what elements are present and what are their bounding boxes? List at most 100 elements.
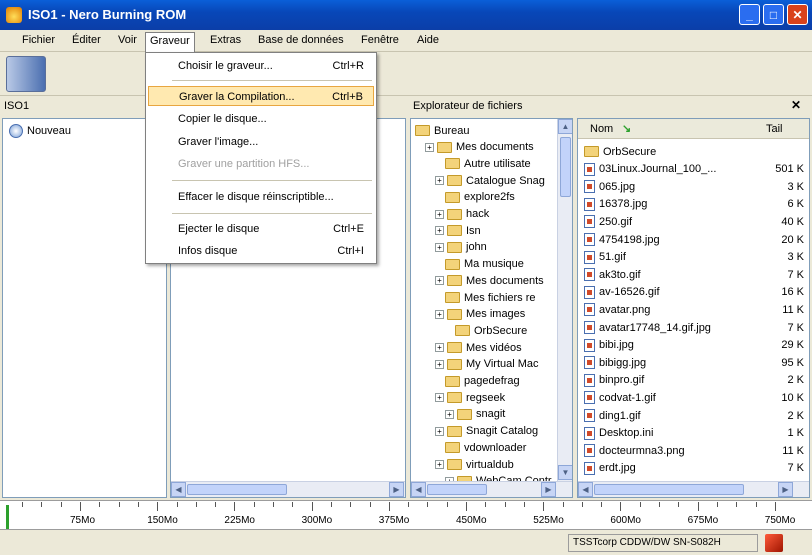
expand-icon[interactable]: + [435,426,444,436]
file-row[interactable]: 065.jpg 3 K [584,178,804,195]
file-row[interactable]: av-16526.gif 16 K [584,284,804,301]
tree-item[interactable]: + Mes vidéos [435,339,522,356]
tree-scroll-thumb[interactable] [560,137,571,197]
scroll-right-icon[interactable]: ▶ [541,482,556,497]
menu-ejecter-disque[interactable]: Ejecter le disque Ctrl+E [148,219,374,239]
expand-icon[interactable]: + [445,409,454,419]
menu-copier-disque[interactable]: Copier le disque... [148,109,374,129]
column-size-header[interactable]: Tail [766,123,783,135]
folder-icon [447,208,462,220]
tree-item[interactable]: + Snagit Catalog [435,423,538,440]
file-row[interactable]: ak3to.gif 7 K [584,266,804,283]
file-row[interactable]: docteurmna3.png 11 K [584,442,804,459]
tree-item-label: hack [466,208,490,220]
tree-item[interactable]: + hack [435,206,489,223]
menu-aide[interactable]: Aide [413,34,443,46]
scroll-left-icon[interactable]: ◀ [171,482,186,497]
folder-icon [445,292,460,303]
expand-icon[interactable]: + [435,276,444,286]
tree-item[interactable]: vdownloader [445,439,526,456]
tree-item[interactable]: Mes fichiers re [445,289,536,306]
menu-graver-compilation[interactable]: Graver la Compilation... Ctrl+B [148,86,374,106]
new-item[interactable]: Nouveau [9,122,71,139]
menu-infos-disque[interactable]: Infos disque Ctrl+I [148,241,374,261]
menu-extras[interactable]: Extras [206,34,245,46]
file-hscroll[interactable]: ◀ ▶ [578,481,809,497]
expand-icon[interactable]: + [435,209,444,219]
compilation-hscroll[interactable]: ◀ ▶ [171,481,405,497]
tree-item[interactable]: + regseek [435,389,505,406]
menu-fichier[interactable]: Fichier [18,34,59,46]
file-row[interactable]: avatar.png 11 K [584,301,804,318]
file-row[interactable]: 51.gif 3 K [584,249,804,266]
tree-hscroll[interactable]: ◀ ▶ [411,481,572,497]
menu-effacer-disque[interactable]: Effacer le disque réinscriptible... [148,187,374,207]
expand-icon[interactable]: + [435,226,444,236]
tree-item[interactable]: Bureau [415,122,469,139]
file-row[interactable]: erdt.jpg 7 K [584,460,804,477]
scroll-left-icon[interactable]: ◀ [411,482,426,497]
tree-item[interactable]: Ma musique [445,256,524,273]
file-row[interactable]: avatar17748_14.gif.jpg 7 K [584,319,804,336]
minimize-button[interactable]: _ [739,4,760,25]
expand-icon[interactable]: + [435,343,444,353]
file-row[interactable]: OrbSecure [584,143,804,160]
file-hscroll-thumb[interactable] [594,484,744,495]
expand-icon[interactable]: + [425,142,434,152]
scroll-left-icon[interactable]: ◀ [578,482,593,497]
burner-icon[interactable] [765,534,783,552]
scroll-right-icon[interactable]: ▶ [389,482,404,497]
file-row[interactable]: 250.gif 40 K [584,213,804,230]
tree-item[interactable]: pagedefrag [445,373,520,390]
tree-hscroll-thumb[interactable] [427,484,487,495]
file-row[interactable]: bibi.jpg 29 K [584,337,804,354]
menu-graver-image[interactable]: Graver l'image... [148,132,374,152]
scroll-down-icon[interactable]: ▼ [558,465,572,480]
tree-item[interactable]: + snagit [445,406,505,423]
file-row[interactable]: codvat-1.gif 10 K [584,389,804,406]
tree-item-label: My Virtual Mac [466,358,539,371]
ruler-minor-tick [22,502,24,507]
scroll-up-icon[interactable]: ▲ [558,119,572,134]
tree-item[interactable]: OrbSecure [455,322,527,339]
menu-fenetre[interactable]: Fenêtre [357,34,403,46]
tree-item[interactable]: + My Virtual Mac [435,356,539,373]
tree-item[interactable]: explore2fs [445,189,515,206]
new-compilation-icon[interactable] [6,56,46,92]
explorer-close-icon[interactable]: ✕ [791,98,801,112]
file-row[interactable]: binpro.gif 2 K [584,372,804,389]
file-row[interactable]: ding1.gif 2 K [584,407,804,424]
tree-item[interactable]: + Catalogue Snag [435,172,545,189]
file-row[interactable]: 16378.jpg 6 K [584,196,804,213]
file-row[interactable]: bibigg.jpg 95 K [584,354,804,371]
menu-graveur[interactable]: Graveur [145,32,195,52]
tree-item[interactable]: + Mes images [435,306,525,323]
title-bar[interactable]: ISO1 - Nero Burning ROM _ □ ✕ [0,0,812,30]
expand-icon[interactable]: + [435,393,444,403]
expand-icon[interactable]: + [435,460,444,469]
close-button[interactable]: ✕ [787,4,808,25]
menu-base-de-donnees[interactable]: Base de données [254,34,348,46]
file-row[interactable]: Desktop.ini 1 K [584,425,804,442]
menu-choisir-graveur[interactable]: Choisir le graveur... Ctrl+R [148,56,374,76]
tree-item[interactable]: + Isn [435,222,481,239]
scroll-right-icon[interactable]: ▶ [778,482,793,497]
file-row[interactable]: 03Linux.Journal_100_... 501 K [584,161,804,178]
column-name-header[interactable]: Nom [590,123,613,135]
expand-icon[interactable]: + [435,176,444,186]
file-row[interactable]: 4754198.jpg 20 K [584,231,804,248]
expand-icon[interactable]: + [435,359,444,369]
tree-item[interactable]: + Mes documents [425,139,534,156]
maximize-button[interactable]: □ [763,4,784,25]
menu-editer[interactable]: Éditer [68,34,105,46]
tree-item-label: Mes documents [456,141,534,154]
tree-item[interactable]: + john [435,239,487,256]
tree-item[interactable]: Autre utilisate [445,155,531,172]
expand-icon[interactable]: + [435,309,444,319]
tree-item[interactable]: + Mes documents [435,272,544,289]
tree-item[interactable]: + virtualdub [435,456,514,473]
expand-icon[interactable]: + [435,242,444,252]
scroll-thumb[interactable] [187,484,287,495]
menu-voir[interactable]: Voir [114,34,141,46]
tree-vscroll[interactable]: ▲ ▼ [557,119,572,481]
